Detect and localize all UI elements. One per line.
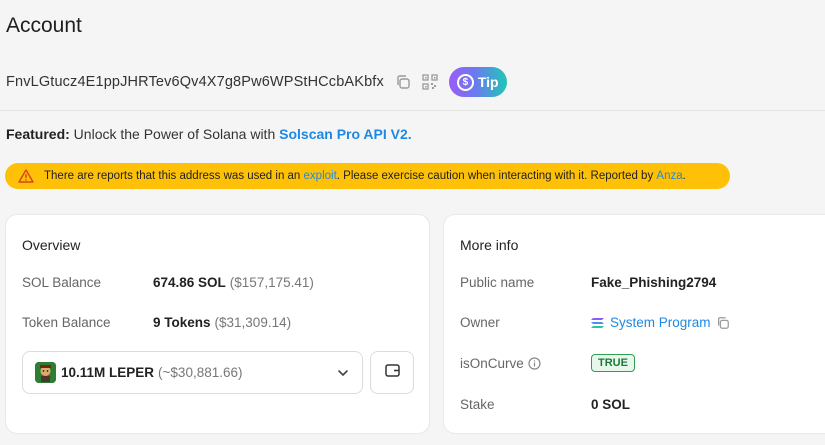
public-name-row: Fake_Phishing2794 xyxy=(591,275,716,290)
warning-text-3: . xyxy=(682,170,686,182)
wallet-icon xyxy=(384,362,401,384)
overview-title: Overview xyxy=(22,237,81,253)
sol-balance-value: 674.86 SOL xyxy=(153,275,226,290)
token-avatar xyxy=(35,362,56,383)
wallet-button[interactable] xyxy=(370,351,414,394)
account-address: FnvLGtucz4E1ppJHRTev6Qv4X7g8Pw6WPStHCcbA… xyxy=(6,74,384,90)
sol-balance-value-row: 674.86 SOL ($157,175.41) xyxy=(153,275,314,290)
is-on-curve-row: TRUE xyxy=(591,354,635,372)
tip-button[interactable]: $ Tip xyxy=(448,67,507,97)
featured-prefix: Featured: xyxy=(6,126,70,142)
qr-code-icon[interactable] xyxy=(422,74,438,90)
copy-owner-icon[interactable] xyxy=(716,316,730,330)
exploit-link[interactable]: exploit xyxy=(304,170,337,182)
stake-row: 0 SOL xyxy=(591,397,630,412)
featured-banner: Featured: Unlock the Power of Solana wit… xyxy=(6,126,412,142)
address-row: FnvLGtucz4E1ppJHRTev6Qv4X7g8Pw6WPStHCcbA… xyxy=(6,67,507,97)
sol-balance-label: SOL Balance xyxy=(22,275,102,290)
selected-token-usd: (~$30,881.66) xyxy=(158,365,243,380)
selected-token: 10.11M LEPER xyxy=(61,365,155,380)
overview-card: Overview SOL Balance 674.86 SOL ($157,17… xyxy=(5,214,430,434)
warning-text-1: There are reports that this address was … xyxy=(44,170,304,182)
anza-link[interactable]: Anza xyxy=(656,170,682,182)
chevron-down-icon xyxy=(336,366,350,380)
dollar-coin-icon: $ xyxy=(456,73,474,91)
copy-icon[interactable] xyxy=(395,74,411,90)
tip-label: Tip xyxy=(477,74,499,90)
token-balance-usd: ($31,309.14) xyxy=(214,315,292,330)
solscan-pro-api-link[interactable]: Solscan Pro API V2. xyxy=(279,126,412,142)
more-info-title: More info xyxy=(460,237,519,253)
stake-label: Stake xyxy=(460,397,495,412)
featured-text: Unlock the Power of Solana with xyxy=(69,126,280,142)
warning-text-2: . Please exercise caution when interacti… xyxy=(336,170,657,182)
is-on-curve-badge: TRUE xyxy=(591,354,635,372)
sol-balance-usd: ($157,175.41) xyxy=(229,275,314,290)
stake-value: 0 SOL xyxy=(591,397,631,412)
owner-link[interactable]: System Program xyxy=(610,315,711,330)
divider xyxy=(0,110,825,111)
token-balance-label: Token Balance xyxy=(22,315,111,330)
owner-row: System Program xyxy=(591,315,730,330)
token-select-dropdown[interactable]: 10.11M LEPER (~$30,881.66) xyxy=(22,351,363,394)
is-on-curve-label: isOnCurve xyxy=(460,356,524,371)
token-balance-value: 9 Tokens xyxy=(153,315,211,330)
solana-icon xyxy=(591,317,605,329)
exploit-warning-banner: There are reports that this address was … xyxy=(5,163,730,189)
page-title: Account xyxy=(6,14,82,37)
is-on-curve-label-row: isOnCurve xyxy=(460,356,541,371)
public-name-label: Public name xyxy=(460,275,535,290)
token-balance-value-row: 9 Tokens ($31,309.14) xyxy=(153,315,291,330)
owner-label: Owner xyxy=(460,315,500,330)
warning-icon xyxy=(18,169,34,183)
info-icon[interactable] xyxy=(528,357,541,370)
more-info-card: More info Public name Fake_Phishing2794 … xyxy=(443,214,825,434)
public-name-value: Fake_Phishing2794 xyxy=(591,275,717,290)
